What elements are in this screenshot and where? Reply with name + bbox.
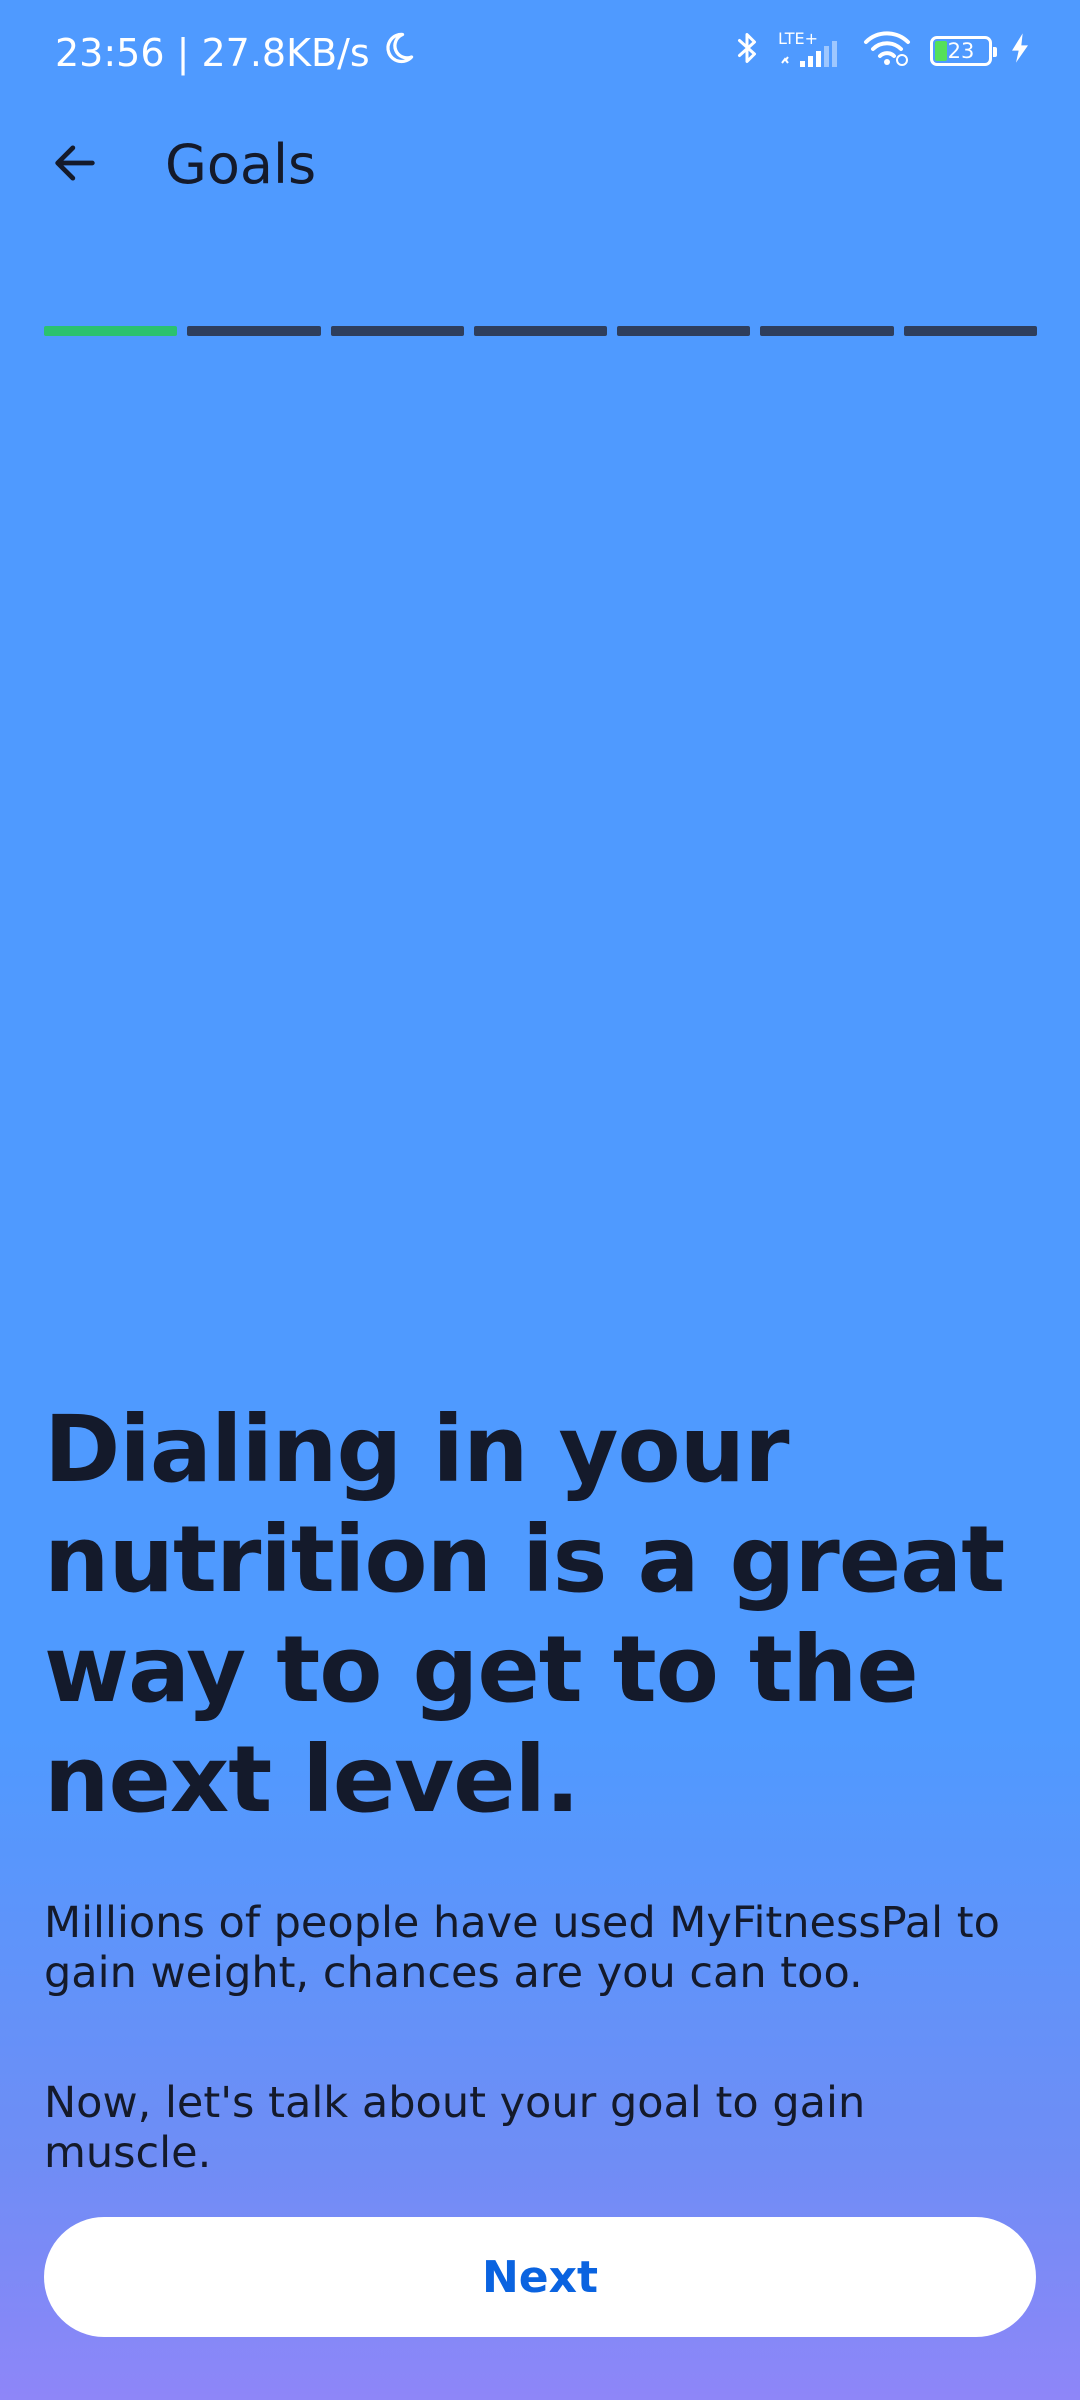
moon-icon <box>380 30 416 75</box>
app-bar: Goals <box>0 120 1080 210</box>
battery-fill <box>935 40 947 61</box>
status-time-speed: 23:56 | 27.8KB/s <box>55 30 370 75</box>
progress-step-pending <box>330 326 464 336</box>
progress-step-pending <box>903 326 1037 336</box>
status-right: LTE+ 23 <box>734 29 1030 71</box>
body-paragraph-1: Millions of people have used MyFitnessPa… <box>44 1898 1000 1998</box>
next-button[interactable]: Next <box>44 2217 1036 2337</box>
progress-step-pending <box>760 326 894 336</box>
status-left: 23:56 | 27.8KB/s <box>55 30 416 75</box>
progress-step-complete <box>44 326 178 336</box>
progress-step-pending <box>617 326 751 336</box>
progress-step-pending <box>473 326 608 336</box>
signal-icon: LTE+ <box>778 29 844 69</box>
step-progress <box>44 326 1037 336</box>
progress-step-pending <box>187 326 321 336</box>
body-paragraph-2: Now, let's talk about your goal to gain … <box>44 2078 866 2178</box>
battery-level: 23 <box>947 38 975 63</box>
battery-nub <box>993 46 997 57</box>
status-bar: 23:56 | 27.8KB/s LTE+ 23 <box>0 0 1080 110</box>
bluetooth-icon <box>734 30 760 71</box>
arrow-left-icon <box>49 137 101 194</box>
page-title: Goals <box>165 133 317 196</box>
wifi-icon <box>862 30 912 71</box>
battery-icon: 23 <box>930 35 997 66</box>
back-button[interactable] <box>40 130 110 200</box>
headline: Dialing in your nutrition is a great way… <box>44 1396 1005 1833</box>
charging-icon <box>1010 32 1030 69</box>
